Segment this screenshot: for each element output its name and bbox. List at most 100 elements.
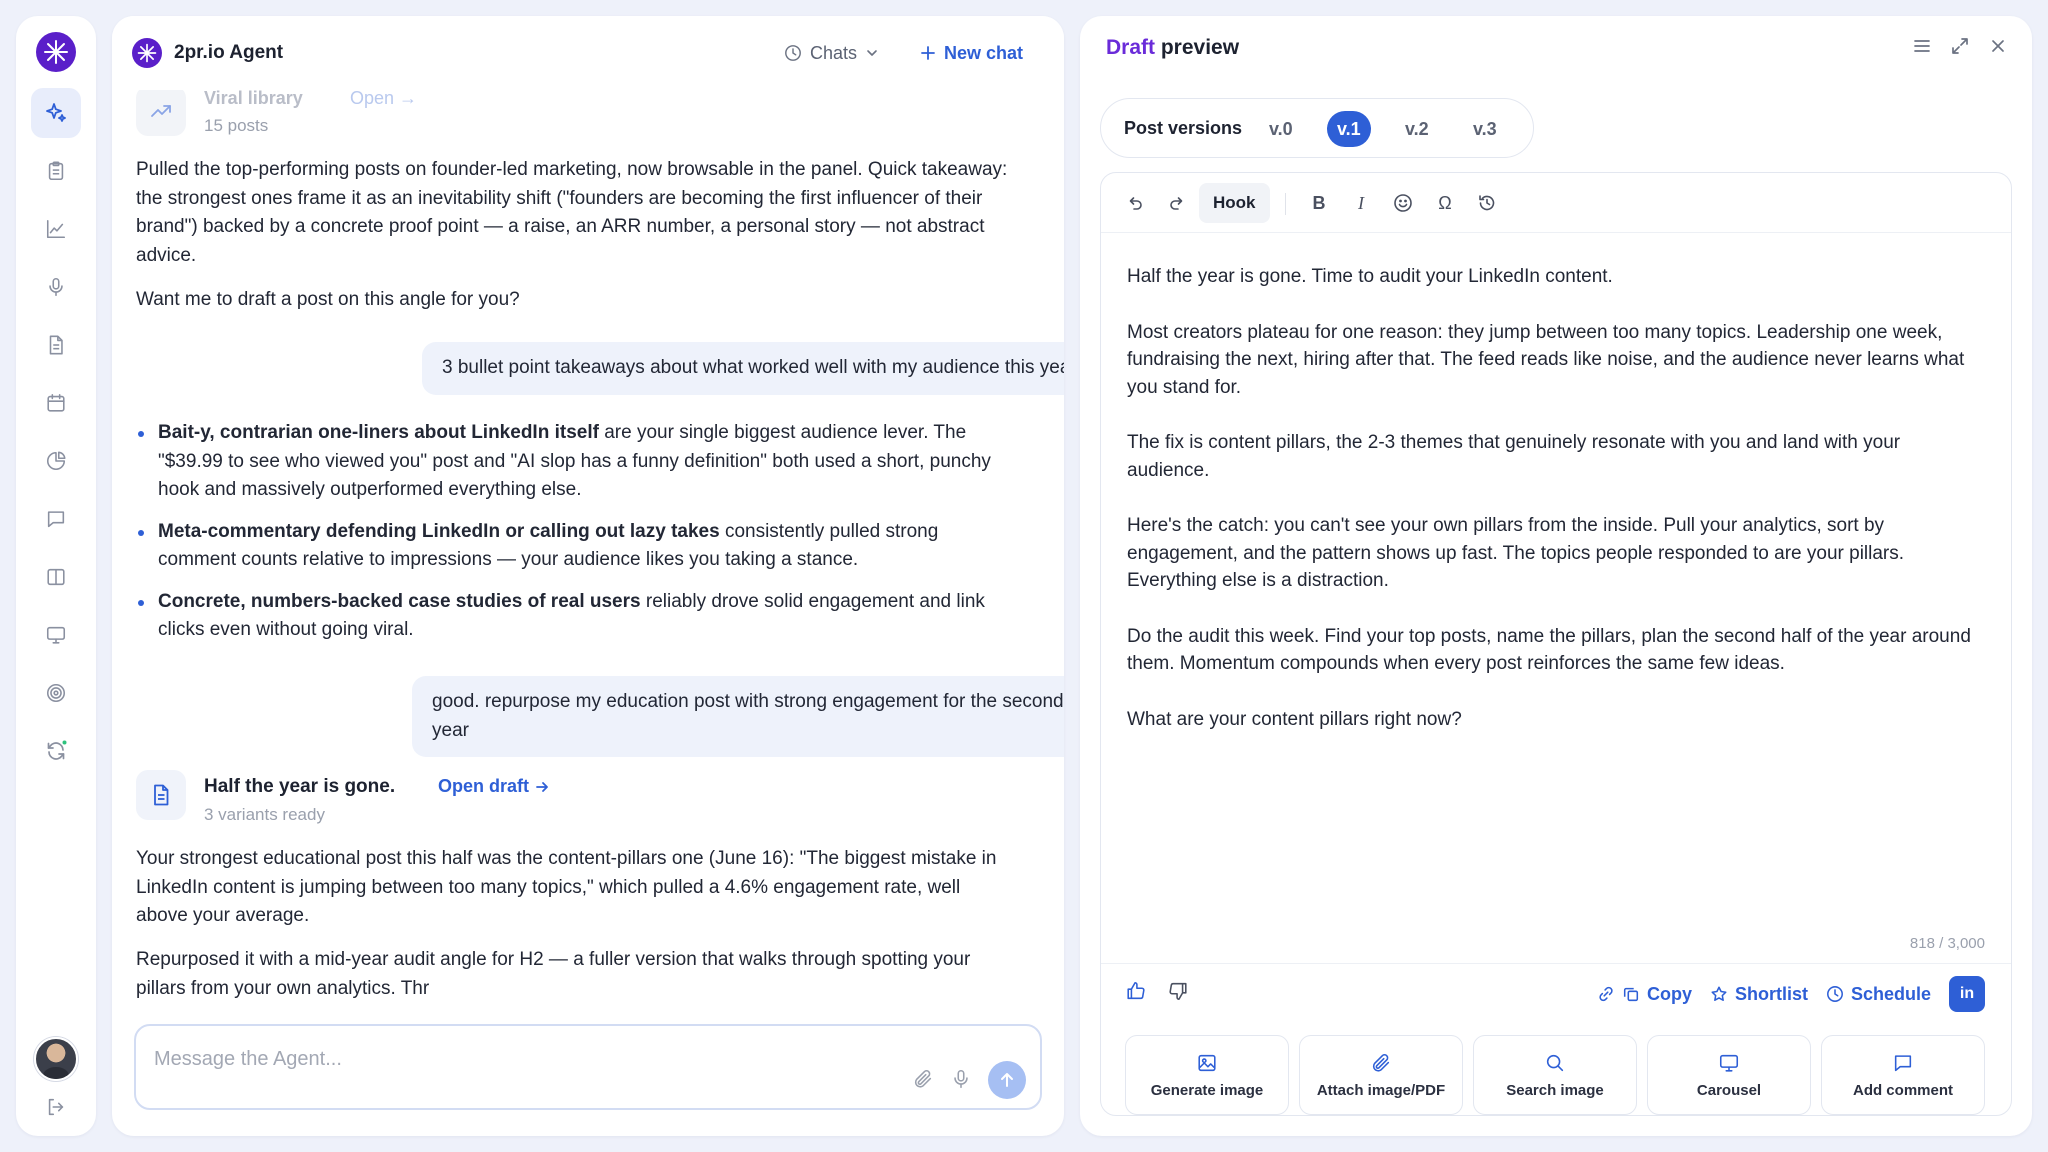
- open-draft-link[interactable]: Open draft: [438, 776, 549, 797]
- message-list[interactable]: Viral library Open → 15 posts Pulled the…: [112, 16, 1064, 1016]
- rail-item-comments[interactable]: [31, 494, 81, 544]
- monitor-icon: [1718, 1052, 1740, 1074]
- post-editor: Hook B I Ω Half the year is gone. Time t…: [1100, 172, 2012, 1116]
- refresh-icon: [44, 739, 68, 763]
- user-avatar[interactable]: [34, 1037, 78, 1081]
- character-count: 818 / 3,000: [1909, 935, 1985, 952]
- left-nav-rail: [16, 16, 96, 1136]
- pie-chart-icon: [45, 450, 67, 472]
- logout-button[interactable]: [31, 1082, 81, 1132]
- comment-icon: [1892, 1052, 1914, 1074]
- draft-card-subtitle: 3 variants ready: [204, 805, 325, 824]
- takeaway-item: Bait-y, contrarian one-liners about Link…: [136, 419, 1016, 505]
- linkedin-button[interactable]: in: [1949, 976, 1985, 1012]
- new-chat-button[interactable]: New chat: [920, 40, 1023, 66]
- post-action-bar: Copy Shortlist Schedule in: [1101, 963, 2011, 1019]
- link-icon: [1597, 985, 1615, 1003]
- thumbs-down-icon[interactable]: [1167, 980, 1189, 1002]
- takeaway-item: Concrete, numbers-backed case studies of…: [136, 588, 1016, 645]
- history-icon[interactable]: [1473, 189, 1501, 217]
- message-input[interactable]: [154, 1048, 854, 1071]
- undo-icon[interactable]: [1121, 189, 1149, 217]
- copy-button[interactable]: Copy: [1597, 984, 1692, 1005]
- assistant-message-paragraph: Want me to draft a post on this angle fo…: [136, 289, 520, 310]
- thumbs-up-icon[interactable]: [1125, 980, 1147, 1002]
- chats-dropdown[interactable]: Chats: [784, 40, 879, 66]
- app-logo-icon[interactable]: [36, 32, 76, 72]
- paperclip-icon: [1370, 1052, 1392, 1074]
- assistant-message-paragraph: Your strongest educational post this hal…: [136, 848, 997, 926]
- version-tab[interactable]: v.0: [1259, 111, 1303, 147]
- rail-item-documents[interactable]: [31, 320, 81, 370]
- close-icon[interactable]: [1988, 36, 2008, 56]
- library-open-link[interactable]: Open →: [350, 88, 417, 109]
- takeaway-list: Bait-y, contrarian one-liners about Link…: [136, 419, 1016, 658]
- italic-button[interactable]: I: [1347, 189, 1375, 217]
- clock-icon: [784, 44, 802, 62]
- rail-item-goals[interactable]: [31, 668, 81, 718]
- menu-icon[interactable]: [1912, 36, 1932, 56]
- calendar-icon: [45, 392, 67, 414]
- rail-item-presentations[interactable]: [31, 610, 81, 660]
- media-tools: Generate image Attach image/PDF Search i…: [1125, 1035, 1985, 1115]
- rail-item-analytics[interactable]: [31, 204, 81, 254]
- trending-icon: [136, 86, 186, 136]
- assistant-message-paragraph: Repurposed it with a mid-year audit angl…: [136, 949, 971, 999]
- special-characters-button[interactable]: Ω: [1431, 189, 1459, 217]
- takeaway-item: Meta-commentary defending LinkedIn or ca…: [136, 518, 1016, 575]
- rail-item-voice[interactable]: [31, 262, 81, 312]
- rail-item-reports[interactable]: [31, 436, 81, 486]
- microphone-icon[interactable]: [950, 1068, 972, 1090]
- carousel-button[interactable]: Carousel: [1647, 1035, 1811, 1115]
- add-comment-button[interactable]: Add comment: [1821, 1035, 1985, 1115]
- agent-name: 2pr.io Agent: [174, 42, 284, 63]
- chat-header: 2pr.io Agent Chats New chat: [112, 16, 1064, 90]
- draft-preview-panel: Draft preview Post versions v.0 v.1 v.2 …: [1080, 16, 2032, 1136]
- monitor-icon: [45, 624, 67, 646]
- star-icon: [1710, 985, 1728, 1003]
- tile-label: Generate image: [1150, 1081, 1264, 1099]
- paperclip-icon[interactable]: [912, 1068, 934, 1090]
- post-paragraph: What are your content pillars right now?: [1127, 708, 1462, 730]
- expand-icon[interactable]: [1950, 36, 1970, 56]
- takeaway-bold: Concrete, numbers-backed case studies of…: [158, 590, 641, 612]
- post-paragraph: The fix is content pillars, the 2-3 them…: [1127, 432, 1901, 481]
- schedule-button[interactable]: Schedule: [1826, 984, 1931, 1005]
- version-tab[interactable]: v.3: [1463, 111, 1507, 147]
- shortlist-button[interactable]: Shortlist: [1710, 984, 1808, 1005]
- search-image-button[interactable]: Search image: [1473, 1035, 1637, 1115]
- draft-card-title: Half the year is gone.: [204, 776, 396, 797]
- chat-panel: Viral library Open → 15 posts Pulled the…: [112, 16, 1064, 1136]
- image-icon: [1196, 1052, 1218, 1074]
- post-content[interactable]: Half the year is gone. Time to audit you…: [1127, 263, 1987, 761]
- generate-image-button[interactable]: Generate image: [1125, 1035, 1289, 1115]
- arrow-right-icon: [535, 780, 549, 794]
- feedback-buttons: [1125, 980, 1189, 1002]
- library-card-title: Viral library: [204, 88, 303, 108]
- book-icon: [45, 566, 67, 588]
- rail-item-clipboard[interactable]: [31, 146, 81, 196]
- rail-item-agent[interactable]: [31, 88, 81, 138]
- post-paragraph: Most creators plateau for one reason: th…: [1127, 321, 1965, 398]
- bold-button[interactable]: B: [1305, 189, 1333, 217]
- copy-icon: [1622, 985, 1640, 1003]
- rail-item-calendar[interactable]: [31, 378, 81, 428]
- tile-label: Attach image/PDF: [1316, 1081, 1446, 1099]
- chevron-down-icon: [865, 46, 879, 60]
- attach-image-pdf-button[interactable]: Attach image/PDF: [1299, 1035, 1463, 1115]
- version-tab-selected[interactable]: v.1: [1327, 111, 1371, 147]
- version-tab[interactable]: v.2: [1395, 111, 1439, 147]
- post-paragraph: Here's the catch: you can't see your own…: [1127, 515, 1905, 591]
- emoji-icon[interactable]: [1389, 189, 1417, 217]
- panel-tools: [1912, 36, 2008, 56]
- panel-title-rest: preview: [1155, 36, 1240, 59]
- hook-button[interactable]: Hook: [1199, 183, 1270, 223]
- agent-logo-icon: [132, 38, 162, 68]
- send-button[interactable]: [988, 1061, 1026, 1099]
- tile-label: Search image: [1506, 1081, 1604, 1099]
- redo-icon[interactable]: [1163, 189, 1191, 217]
- target-icon: [45, 682, 67, 704]
- post-paragraph: Half the year is gone. Time to audit you…: [1127, 266, 1613, 287]
- rail-item-sync[interactable]: [31, 726, 81, 776]
- rail-item-library[interactable]: [31, 552, 81, 602]
